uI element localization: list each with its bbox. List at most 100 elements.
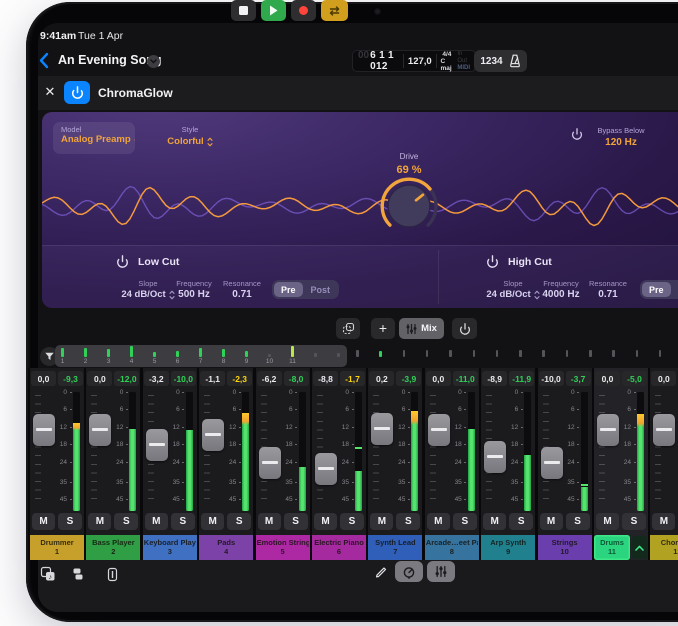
mini-meter — [356, 350, 359, 357]
style-selector[interactable]: Style Colorful — [154, 125, 226, 147]
mini-meter-label: 8 — [214, 358, 233, 365]
mini-meter — [61, 348, 64, 357]
mini-meter-label: 2 — [76, 358, 95, 365]
model-label: Model — [61, 125, 135, 134]
power-icon — [459, 323, 471, 335]
level-label: Level — [664, 126, 678, 135]
plugin-power-button[interactable] — [64, 81, 90, 104]
low-cut-pre-button[interactable]: Pre — [274, 282, 303, 297]
bypass-value: 120 Hz — [587, 137, 655, 148]
cycle-button[interactable]: ⇄ — [321, 0, 348, 21]
mixer-bg — [28, 368, 678, 560]
mini-meter — [107, 349, 110, 357]
mini-meter — [153, 352, 156, 357]
high-cut-power-icon[interactable] — [486, 255, 499, 268]
record-button[interactable] — [291, 0, 316, 21]
plugin-name: ChromaGlow — [98, 86, 173, 100]
style-label: Style — [154, 125, 226, 134]
add-track-button[interactable]: + — [371, 318, 395, 339]
mini-meter — [337, 353, 340, 357]
bottom-bar — [38, 560, 678, 612]
mix-view-button[interactable]: Mix — [399, 318, 444, 339]
edit-button[interactable] — [372, 562, 390, 580]
mini-meter — [268, 354, 271, 357]
lcd-tempo: 127,0 — [408, 56, 432, 67]
lcd-position-pad: 00 — [358, 50, 369, 61]
song-title[interactable]: An Evening Song — [58, 53, 161, 67]
mini-meter — [519, 350, 522, 357]
ipad-frame: 9:41am Tue 1 Apr An Evening Song ⇄ 00 6 … — [0, 0, 678, 626]
low-cut-power-icon[interactable] — [116, 255, 129, 268]
play-icon — [269, 5, 278, 16]
mini-meter — [542, 350, 545, 357]
mini-meter — [199, 348, 202, 357]
pencil-icon — [374, 564, 388, 578]
mini-meter — [449, 350, 452, 357]
count-in-button[interactable]: 1234 — [480, 56, 502, 67]
strip-power-button[interactable] — [452, 318, 477, 339]
mini-meter — [473, 350, 476, 357]
low-cut-resonance-label: Resonance — [214, 279, 270, 288]
back-button[interactable] — [38, 52, 50, 69]
duplicate-button[interactable] — [336, 318, 360, 339]
mini-meter — [612, 350, 615, 357]
mini-meter — [291, 346, 294, 357]
level-value: 0.0 — [664, 137, 678, 148]
mini-meter — [659, 350, 662, 357]
mini-meter-label: 10 — [260, 358, 279, 365]
model-selector[interactable]: Model Analog Preamp — [53, 122, 135, 154]
mini-meter — [379, 351, 382, 357]
lcd-io: In Out — [457, 51, 470, 65]
controls-view-button[interactable] — [395, 561, 423, 582]
play-button[interactable] — [261, 0, 286, 21]
high-cut-resonance-label: Resonance — [580, 279, 636, 288]
routing-button[interactable] — [68, 564, 88, 584]
mini-meter-label: 3 — [99, 358, 118, 365]
chromaglow-panel: Model Analog Preamp Style Colorful Bypas… — [42, 112, 678, 308]
mini-meter — [222, 349, 225, 357]
fader-tool-button[interactable] — [102, 564, 122, 584]
stop-button[interactable] — [231, 0, 256, 21]
mini-meter — [496, 350, 499, 357]
mini-meter — [84, 348, 87, 357]
mini-meter — [130, 346, 133, 357]
high-cut-title: High Cut — [508, 256, 552, 268]
high-cut-resonance-value[interactable]: 0.71 — [580, 289, 636, 300]
mini-meter-label: 7 — [191, 358, 210, 365]
lcd-time-sig: 4/4 — [442, 51, 451, 58]
level-control[interactable]: Level 0.0 — [664, 126, 678, 148]
sliders-icon — [435, 565, 447, 578]
mini-meter — [566, 350, 569, 357]
mixer-view-button[interactable] — [427, 561, 455, 582]
mini-meter-label: 5 — [145, 358, 164, 365]
close-plugin-button[interactable]: ✕ — [40, 82, 60, 102]
routing-icon — [71, 567, 85, 581]
lcd-key: C maj — [440, 58, 453, 72]
mini-meter — [176, 351, 179, 357]
song-menu-button[interactable] — [147, 55, 160, 68]
fader-icon — [106, 567, 119, 582]
bypass-below-control[interactable]: Bypass Below 120 Hz — [587, 126, 655, 148]
waveform-display — [42, 160, 678, 252]
stepper-icon — [134, 135, 135, 145]
high-cut-post-button[interactable]: Post — [672, 282, 678, 297]
low-cut-resonance-value[interactable]: 0.71 — [214, 289, 270, 300]
status-time: 9:41am — [40, 30, 76, 42]
high-cut-pre-button[interactable]: Pre — [642, 282, 671, 297]
camera-icon — [374, 8, 381, 15]
mini-meter-label: 1 — [53, 358, 72, 365]
duplicate-icon — [342, 322, 355, 335]
bypass-power-icon[interactable] — [571, 128, 583, 140]
metronome-icon[interactable] — [509, 54, 521, 68]
drive-knob[interactable] — [377, 174, 441, 238]
lcd-display[interactable]: 00 6 1 1 012 127,0 4/4 C maj In Out MIDI — [352, 50, 476, 72]
low-cut-slope-value: 24 dB/Oct — [121, 289, 165, 300]
low-cut-post-button[interactable]: Post — [304, 282, 338, 297]
mini-meter-label: 4 — [122, 358, 141, 365]
loop-browser-button[interactable]: ♪ — [38, 564, 58, 584]
bypass-label: Bypass Below — [587, 126, 655, 135]
mini-meter — [589, 350, 592, 357]
lcd-position: 6 1 1 012 — [370, 50, 399, 72]
model-value: Analog Preamp — [61, 134, 131, 145]
drive-label: Drive — [369, 152, 449, 161]
